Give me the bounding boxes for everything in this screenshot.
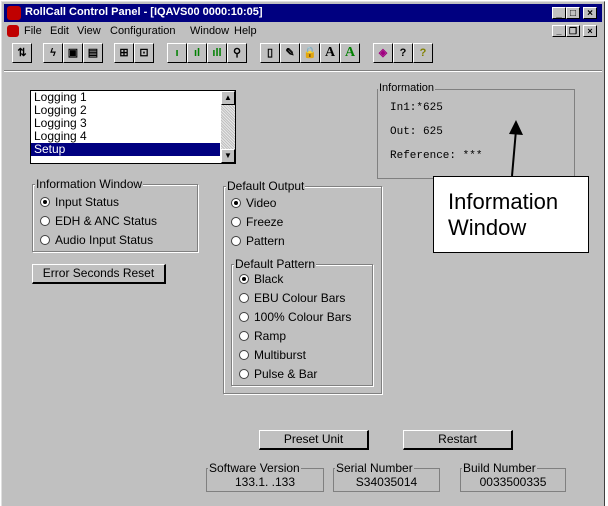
restart-button[interactable]: Restart bbox=[403, 430, 513, 450]
bar-2-icon[interactable]: ıl bbox=[187, 43, 207, 63]
mdi-minimize-button[interactable]: _ bbox=[552, 25, 566, 37]
toolbar-divider bbox=[4, 70, 602, 72]
radio-icon bbox=[231, 217, 241, 227]
menu-view[interactable]: View bbox=[77, 25, 101, 37]
callout-line-2: Window bbox=[448, 215, 527, 240]
font-a-green-icon[interactable]: A bbox=[340, 43, 360, 63]
radio-icon bbox=[239, 369, 249, 379]
software-version-legend: Software Version bbox=[208, 461, 301, 475]
radio-edh-anc-status[interactable]: EDH & ANC Status bbox=[40, 213, 157, 229]
default-pattern-group: Default Pattern Black EBU Colour Bars 10… bbox=[231, 257, 373, 386]
document-icon[interactable] bbox=[7, 25, 19, 37]
information-window-callout: Information Window bbox=[433, 176, 589, 253]
radio-icon bbox=[40, 216, 50, 226]
book-icon[interactable]: ▯ bbox=[260, 43, 280, 63]
save-all-icon[interactable]: ▤ bbox=[83, 43, 103, 63]
build-number-field: Build Number 0033500335 bbox=[460, 462, 566, 492]
connect-icon[interactable]: ⇅ bbox=[12, 43, 32, 63]
network-icon[interactable]: ⊞ bbox=[114, 43, 134, 63]
bar-3-icon[interactable]: ıll bbox=[207, 43, 227, 63]
information-legend: Information bbox=[378, 82, 436, 95]
minimize-button[interactable]: _ bbox=[552, 7, 566, 19]
information-window-legend: Information Window bbox=[35, 177, 144, 191]
radio-selected-icon bbox=[231, 198, 241, 208]
maximize-button[interactable]: □ bbox=[566, 7, 580, 19]
radio-pulse-and-bar[interactable]: Pulse & Bar bbox=[239, 366, 317, 382]
menu-file[interactable]: File bbox=[24, 25, 42, 37]
search-icon[interactable]: ⚲ bbox=[227, 43, 247, 63]
radio-100-colour-bars[interactable]: 100% Colour Bars bbox=[239, 309, 351, 325]
radio-icon bbox=[239, 293, 249, 303]
scroll-up-icon[interactable]: ▲ bbox=[221, 91, 235, 105]
info-input-line: In1:*625 bbox=[390, 102, 443, 114]
lightning-icon[interactable]: ϟ bbox=[43, 43, 63, 63]
radio-icon bbox=[231, 236, 241, 246]
lock-icon[interactable]: 🔒 bbox=[300, 43, 320, 63]
bar-1-icon[interactable]: ı bbox=[167, 43, 187, 63]
mdi-close-button[interactable]: × bbox=[583, 25, 597, 37]
build-number-value: 0033500335 bbox=[479, 475, 547, 489]
information-panel: Information In1:*625 Out: 625 Reference:… bbox=[377, 82, 575, 179]
menu-window[interactable]: Window bbox=[190, 25, 229, 37]
radio-icon bbox=[239, 312, 249, 322]
scroll-down-icon[interactable]: ▼ bbox=[221, 149, 235, 163]
logging-list[interactable]: Logging 1 Logging 2 Logging 3 Logging 4 … bbox=[30, 90, 236, 164]
radio-freeze[interactable]: Freeze bbox=[231, 214, 283, 230]
save-icon[interactable]: ▣ bbox=[63, 43, 83, 63]
radio-selected-icon bbox=[239, 274, 249, 284]
software-version-field: Software Version 133.1. .133 bbox=[206, 462, 324, 492]
error-seconds-reset-button[interactable]: Error Seconds Reset bbox=[32, 264, 166, 284]
callout-arrow-icon bbox=[509, 120, 523, 177]
toolbar: ⇅ ϟ ▣ ▤ ⊞ ⊡ ı ıl ıll ⚲ ▯ ✎ 🔒 A A ◈ ? ? bbox=[4, 41, 602, 67]
title-bar[interactable]: RollCall Control Panel - [IQAVS00 0000:1… bbox=[4, 4, 602, 22]
build-number-legend: Build Number bbox=[462, 461, 537, 475]
radio-icon bbox=[40, 235, 50, 245]
radio-multiburst[interactable]: Multiburst bbox=[239, 347, 306, 363]
device-icon[interactable]: ⊡ bbox=[134, 43, 154, 63]
edit-icon[interactable]: ✎ bbox=[280, 43, 300, 63]
information-window-group: Information Window Input Status EDH & AN… bbox=[32, 177, 198, 252]
radio-pattern[interactable]: Pattern bbox=[231, 233, 285, 249]
preset-unit-button[interactable]: Preset Unit bbox=[259, 430, 369, 450]
window-title: RollCall Control Panel - [IQAVS00 0000:1… bbox=[25, 6, 263, 18]
list-scrollbar[interactable]: ▲ ▼ bbox=[221, 91, 235, 163]
default-output-legend: Default Output bbox=[226, 179, 306, 193]
context-help-icon[interactable]: ? bbox=[413, 43, 433, 63]
font-a-icon[interactable]: A bbox=[320, 43, 340, 63]
radio-ebu-colour-bars[interactable]: EBU Colour Bars bbox=[239, 290, 345, 306]
app-window: RollCall Control Panel - [IQAVS00 0000:1… bbox=[1, 1, 605, 506]
eraser-icon[interactable]: ◈ bbox=[373, 43, 393, 63]
callout-line-1: Information bbox=[448, 189, 559, 214]
default-pattern-legend: Default Pattern bbox=[234, 257, 317, 271]
close-button[interactable]: × bbox=[583, 7, 597, 19]
menu-bar: File Edit View Configuration Window Help bbox=[4, 23, 602, 39]
menu-configuration[interactable]: Configuration bbox=[110, 25, 175, 37]
help-icon[interactable]: ? bbox=[393, 43, 413, 63]
serial-number-field: Serial Number S34035014 bbox=[333, 462, 440, 492]
radio-black[interactable]: Black bbox=[239, 271, 283, 287]
serial-number-legend: Serial Number bbox=[335, 461, 414, 475]
radio-audio-input-status[interactable]: Audio Input Status bbox=[40, 232, 153, 248]
mdi-restore-button[interactable]: ❐ bbox=[566, 25, 580, 37]
radio-icon bbox=[239, 331, 249, 341]
info-reference-line: Reference: *** bbox=[390, 150, 483, 162]
radio-input-status[interactable]: Input Status bbox=[40, 194, 119, 210]
menu-help[interactable]: Help bbox=[234, 25, 257, 37]
info-output-line: Out: 625 bbox=[390, 126, 443, 138]
radio-video[interactable]: Video bbox=[231, 195, 276, 211]
scroll-track[interactable] bbox=[221, 105, 235, 149]
menu-edit[interactable]: Edit bbox=[50, 25, 69, 37]
software-version-value: 133.1. .133 bbox=[234, 475, 296, 489]
radio-ramp[interactable]: Ramp bbox=[239, 328, 286, 344]
radio-icon bbox=[239, 350, 249, 360]
serial-number-value: S34035014 bbox=[355, 475, 418, 489]
app-icon[interactable] bbox=[7, 6, 21, 20]
list-item-selected[interactable]: Setup bbox=[31, 143, 220, 156]
radio-selected-icon bbox=[40, 197, 50, 207]
